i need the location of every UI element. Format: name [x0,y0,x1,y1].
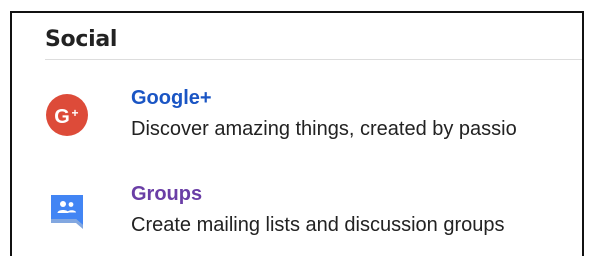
google-plus-icon: G + [45,93,89,137]
section-title: Social [45,27,118,52]
groups-icon [45,189,89,233]
section-divider [45,59,582,60]
google-plus-link[interactable]: Google+ [131,87,212,110]
list-item-groups[interactable]: Groups Create mailing lists and discussi… [45,181,582,251]
google-plus-description: Discover amazing things, created by pass… [131,118,517,140]
groups-link[interactable]: Groups [131,183,202,206]
list-item-google-plus[interactable]: G + Google+ Discover amazing things, cre… [45,85,582,155]
groups-description: Create mailing lists and discussion grou… [131,214,505,236]
svg-text:G: G [54,106,70,128]
svg-text:+: + [71,106,78,120]
social-panel: Social G + Google+ Discover amazing thin… [10,11,584,256]
